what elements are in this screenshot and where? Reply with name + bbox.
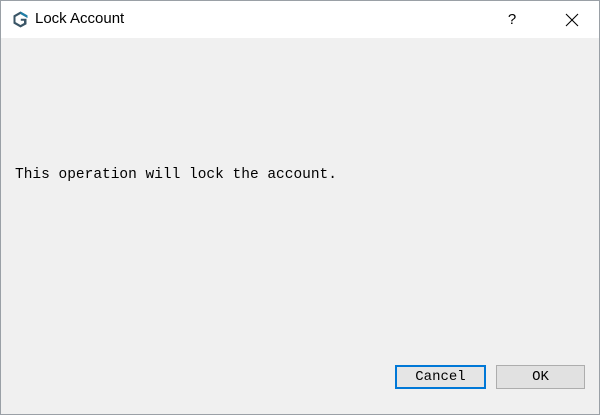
cancel-button[interactable]: Cancel <box>395 365 486 389</box>
help-button[interactable]: ? <box>489 1 535 38</box>
dialog-window: Lock Account ? This operation will lock … <box>0 0 600 415</box>
dialog-message: This operation will lock the account. <box>15 167 337 183</box>
close-icon <box>565 13 579 27</box>
close-button[interactable] <box>545 1 599 38</box>
app-logo-icon <box>12 11 29 28</box>
window-title: Lock Account <box>35 10 125 27</box>
title-bar: Lock Account ? <box>1 1 599 38</box>
ok-button[interactable]: OK <box>496 365 585 389</box>
